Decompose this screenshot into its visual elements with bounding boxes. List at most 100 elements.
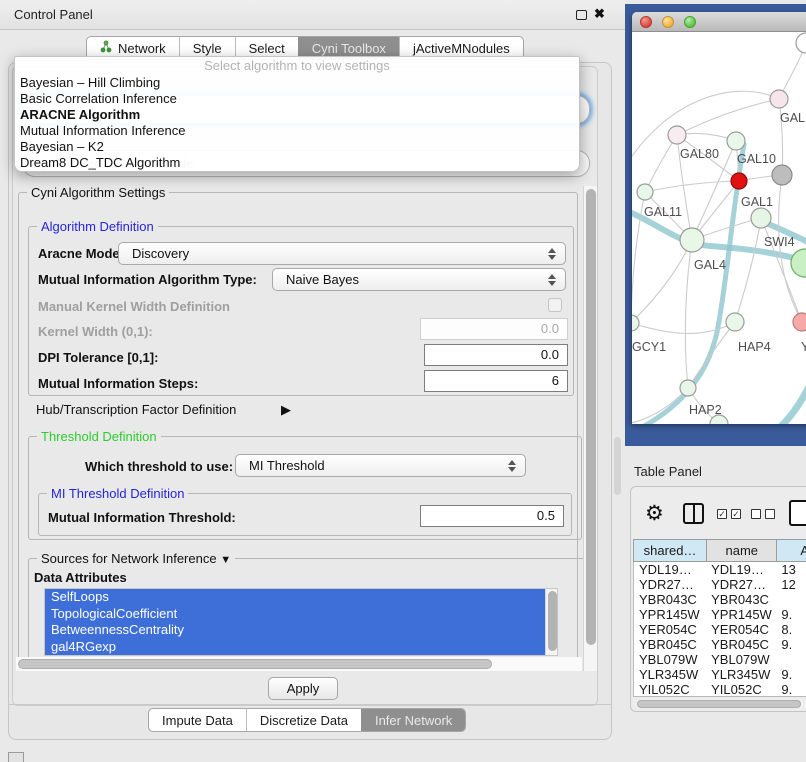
table-cell[interactable]: YIL052C: [634, 682, 706, 697]
network-window[interactable]: GALGAL80GAL10GAL1GAL11GAL4SWI4GCY1HAP4YH…: [632, 12, 806, 424]
table-row[interactable]: YBL079WYBL079W: [634, 652, 806, 667]
aracne-mode-combobox[interactable]: Discovery: [118, 242, 566, 265]
tab-impute-data[interactable]: Impute Data: [149, 709, 246, 731]
table-cell[interactable]: 9.: [776, 667, 806, 682]
deselect-all-checkboxes-icon[interactable]: [751, 509, 775, 519]
dropdown-option[interactable]: ARACNE Algorithm: [15, 107, 579, 123]
table-cell[interactable]: YBR045C: [706, 637, 776, 652]
network-node-hap4[interactable]: [726, 313, 744, 331]
table-cell[interactable]: 9.: [776, 637, 806, 652]
table-cell[interactable]: YBR045C: [634, 637, 706, 652]
mi-steps-field[interactable]: 6: [424, 370, 568, 392]
data-attribute-item[interactable]: TopologicalCoefficient: [45, 606, 545, 623]
mi-threshold-field[interactable]: 0.5: [420, 505, 564, 527]
network-canvas[interactable]: GALGAL80GAL10GAL1GAL11GAL4SWI4GCY1HAP4YH…: [632, 32, 806, 424]
table-cell[interactable]: YLR345W: [706, 667, 776, 682]
table-cell[interactable]: [776, 592, 806, 607]
table-cell[interactable]: 12: [776, 577, 806, 592]
network-node-gal4[interactable]: [680, 228, 704, 252]
collapse-arrow-icon[interactable]: ▼: [220, 554, 231, 566]
dropdown-option[interactable]: Mutual Information Inference: [15, 123, 579, 139]
table-cell[interactable]: 9.: [776, 682, 806, 697]
data-attribute-item[interactable]: gal4RGexp: [45, 639, 545, 656]
dropdown-placeholder: Select algorithm to view settings: [15, 57, 579, 75]
apply-button[interactable]: Apply: [268, 677, 338, 700]
network-node[interactable]: [731, 173, 747, 189]
table-cell[interactable]: YER054C: [706, 622, 776, 637]
data-attributes-list[interactable]: SelfLoopsTopologicalCoefficientBetweenne…: [44, 588, 558, 656]
table-row[interactable]: YBR045CYBR045C9.: [634, 637, 806, 652]
table-cell[interactable]: YPR145W: [706, 607, 776, 622]
table-row[interactable]: YPR145WYPR145W9.: [634, 607, 806, 622]
document-icon[interactable]: [789, 500, 806, 526]
settings-horizontal-scrollbar[interactable]: [16, 657, 582, 671]
tab-discretize-data[interactable]: Discretize Data: [246, 709, 361, 731]
table-cell[interactable]: [776, 652, 806, 667]
network-node-gal[interactable]: [770, 90, 788, 108]
list-scrollbar[interactable]: [545, 589, 557, 655]
table-column-header[interactable]: shared…: [634, 540, 706, 561]
network-node-gal1[interactable]: [751, 208, 771, 228]
data-attribute-item[interactable]: BetweennessCentrality: [45, 622, 545, 639]
mi-algorithm-type-combobox[interactable]: Naive Bayes: [272, 268, 566, 291]
network-node[interactable]: [796, 33, 806, 53]
kernel-width-field[interactable]: 0.0: [420, 318, 568, 340]
table-cell[interactable]: YBL079W: [634, 652, 706, 667]
network-node-gal11[interactable]: [637, 184, 653, 200]
columns-icon[interactable]: [683, 503, 704, 524]
table-cell[interactable]: YDL19…: [706, 562, 776, 577]
float-panel-icon[interactable]: [576, 10, 587, 20]
network-node-gal10[interactable]: [727, 132, 745, 150]
dropdown-option[interactable]: Dream8 DC_TDC Algorithm: [15, 155, 579, 171]
table-row[interactable]: YDR27…YDR27…12: [634, 577, 806, 592]
table-cell[interactable]: 8.: [776, 622, 806, 637]
dropdown-option[interactable]: Bayesian – Hill Climbing: [15, 75, 579, 91]
table-cell[interactable]: YLR345W: [634, 667, 706, 682]
minimize-window-icon[interactable]: [662, 16, 674, 28]
table-cell[interactable]: 9.: [776, 607, 806, 622]
network-node[interactable]: [772, 165, 792, 185]
mi-threshold-label: Mutual Information Threshold:: [48, 510, 236, 525]
gear-icon[interactable]: ⚙: [645, 501, 664, 525]
network-node-y[interactable]: [793, 313, 806, 331]
table-cell[interactable]: YDR27…: [634, 577, 706, 592]
outer-scrollbar-thumb[interactable]: [614, 437, 621, 495]
table-row[interactable]: YBR043CYBR043C: [634, 592, 806, 607]
table-cell[interactable]: YBR043C: [634, 592, 706, 607]
dropdown-option[interactable]: Basic Correlation Inference: [15, 91, 579, 107]
table-row[interactable]: YIL052CYIL052C9.: [634, 682, 806, 697]
network-node-swi4[interactable]: [791, 249, 806, 277]
table-cell[interactable]: 13: [776, 562, 806, 577]
table-row[interactable]: YLR345WYLR345W9.: [634, 667, 806, 682]
table-cell[interactable]: YPR145W: [634, 607, 706, 622]
table-cell[interactable]: YDL19…: [634, 562, 706, 577]
table-row[interactable]: YER054CYER054C8.: [634, 622, 806, 637]
expand-arrow-icon[interactable]: ▶: [281, 402, 291, 418]
close-window-icon[interactable]: [640, 16, 652, 28]
table-cell[interactable]: YDR27…: [706, 577, 776, 592]
manual-kernel-width-checkbox[interactable]: [548, 298, 562, 312]
table-row[interactable]: YDL19…YDL19…13: [634, 562, 806, 577]
corner-widget[interactable]: [8, 752, 24, 762]
table-horizontal-scrollbar[interactable]: [635, 699, 806, 709]
dpi-tolerance-field[interactable]: 0.0: [424, 344, 568, 366]
select-all-checkboxes-icon[interactable]: ✓✓: [717, 509, 741, 519]
dropdown-option[interactable]: Bayesian – K2: [15, 139, 579, 155]
close-panel-icon[interactable]: ✖: [594, 6, 605, 22]
table-cell[interactable]: YBR043C: [706, 592, 776, 607]
network-node-label: GAL: [780, 111, 805, 125]
table-column-header[interactable]: A: [776, 540, 806, 561]
data-attribute-item[interactable]: SelfLoops: [45, 589, 545, 606]
network-node-hap2[interactable]: [680, 380, 696, 396]
zoom-window-icon[interactable]: [684, 16, 696, 28]
settings-vertical-scrollbar[interactable]: [583, 186, 597, 671]
table-column-header[interactable]: name: [706, 540, 776, 561]
table-cell[interactable]: YIL052C: [706, 682, 776, 697]
tab-infer-network[interactable]: Infer Network: [361, 709, 465, 731]
table-cell[interactable]: YER054C: [634, 622, 706, 637]
network-window-titlebar[interactable]: [632, 12, 806, 32]
table-cell[interactable]: YBL079W: [706, 652, 776, 667]
network-node-gcy1[interactable]: [632, 315, 639, 331]
which-threshold-combobox[interactable]: MI Threshold: [235, 454, 526, 477]
network-node-gal80[interactable]: [668, 126, 686, 144]
